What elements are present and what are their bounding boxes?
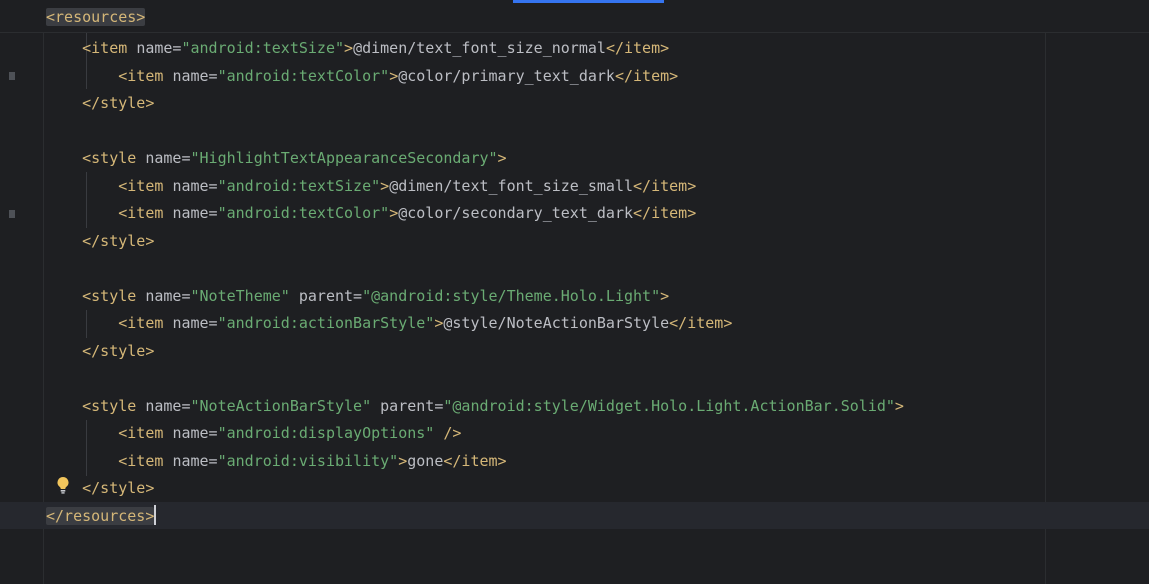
code-token: >	[894, 396, 904, 415]
code-token: name=	[172, 314, 218, 332]
code-token: <item	[118, 176, 173, 195]
code-line[interactable]: <style name="NoteActionBarStyle" parent=…	[46, 393, 904, 420]
code-token: "android:textColor"	[217, 204, 390, 222]
code-token: @color/secondary_text_dark	[398, 204, 634, 222]
code-token: @dimen/text_font_size_small	[389, 176, 634, 195]
code-token: />	[434, 424, 462, 442]
code-token: "android:textSize"	[181, 39, 345, 57]
code-token: >	[497, 149, 507, 167]
code-token: <item	[118, 314, 173, 332]
gutter-marker[interactable]	[9, 72, 15, 80]
gutter-marker[interactable]	[9, 210, 15, 218]
code-line[interactable]: <item name="android:displayOptions" />	[46, 420, 461, 447]
code-token: </item>	[633, 204, 697, 222]
code-token: >	[660, 286, 670, 305]
code-line[interactable]: <item name="android:actionBarStyle">@sty…	[46, 310, 732, 337]
code-token: </item>	[633, 176, 697, 195]
code-token: @color/primary_text_dark	[398, 66, 615, 85]
code-token: </style>	[82, 341, 155, 360]
code-token: "android:displayOptions"	[217, 424, 435, 442]
code-token: parent=	[289, 286, 363, 305]
code-line[interactable]: <item name="android:textColor">@color/se…	[46, 200, 696, 227]
code-token: "android:textSize"	[217, 176, 381, 195]
code-token: parent=	[371, 396, 444, 415]
code-token: <resources>	[46, 8, 146, 26]
code-token: <item	[82, 39, 137, 57]
code-token: </style>	[82, 94, 155, 112]
code-token: </style>	[82, 479, 155, 497]
code-token: <item	[118, 424, 173, 442]
code-token: name=	[172, 451, 218, 470]
code-token: >	[380, 176, 390, 195]
code-token: gone	[407, 451, 444, 470]
code-token: </item>	[605, 39, 670, 57]
code-line[interactable]: <item name="android:textColor">@color/pr…	[46, 63, 678, 90]
code-token: </item>	[443, 451, 507, 470]
code-token: name=	[172, 424, 218, 442]
code-token: "@android:style/Theme.Holo.Light"	[362, 286, 661, 305]
code-token: name=	[145, 149, 191, 167]
code-token: >	[398, 451, 408, 470]
code-line[interactable]: </style>	[46, 228, 154, 255]
code-token: <item	[118, 66, 173, 85]
code-line[interactable]: </resources>	[46, 503, 157, 530]
code-token: "HighlightTextAppearanceSecondary"	[190, 149, 498, 167]
code-token: name=	[145, 396, 191, 415]
lightbulb-icon[interactable]	[56, 476, 70, 494]
code-token: name=	[136, 39, 182, 57]
code-line[interactable]: <item name="android:textSize">@dimen/tex…	[46, 173, 696, 200]
code-token: <style	[82, 286, 146, 305]
code-token: "NoteTheme"	[190, 286, 290, 305]
sticky-header-line[interactable]: <resources>	[0, 3, 1149, 33]
code-line[interactable]: </style>	[46, 90, 154, 117]
code-token: "NoteActionBarStyle"	[190, 396, 372, 415]
code-token: "@android:style/Widget.Holo.Light.Action…	[443, 396, 895, 415]
code-token: @style/NoteActionBarStyle	[443, 314, 670, 332]
code-token: name=	[172, 176, 218, 195]
code-token: >	[389, 66, 399, 85]
code-token: "android:textColor"	[217, 66, 390, 85]
code-token: <style	[82, 149, 146, 167]
code-token: name=	[172, 66, 218, 85]
code-token: <style	[82, 396, 146, 415]
code-line[interactable]: <item name="android:visibility">gone</it…	[46, 448, 507, 475]
code-token: name=	[145, 286, 191, 305]
code-token: >	[389, 204, 399, 222]
code-line-sticky[interactable]: <resources>	[46, 4, 146, 31]
code-token: <item	[118, 204, 173, 222]
code-token: "android:actionBarStyle"	[217, 314, 435, 332]
text-caret	[154, 504, 157, 525]
code-token: <item	[118, 451, 173, 470]
current-line-highlight	[0, 502, 1149, 529]
code-token: </item>	[614, 66, 679, 85]
code-token: name=	[172, 204, 218, 222]
code-token: </resources>	[46, 506, 155, 525]
code-token: </style>	[82, 231, 155, 250]
code-line[interactable]: <style name="HighlightTextAppearanceSeco…	[46, 145, 507, 172]
code-token: "android:visibility"	[217, 451, 399, 470]
code-token: @dimen/text_font_size_normal	[353, 39, 606, 57]
code-token: </item>	[669, 314, 733, 332]
code-token: >	[344, 39, 354, 57]
code-line[interactable]: </style>	[46, 338, 154, 365]
code-line[interactable]: <item name="android:textSize">@dimen/tex…	[46, 35, 669, 62]
code-line[interactable]: <style name="NoteTheme" parent="@android…	[46, 283, 669, 310]
